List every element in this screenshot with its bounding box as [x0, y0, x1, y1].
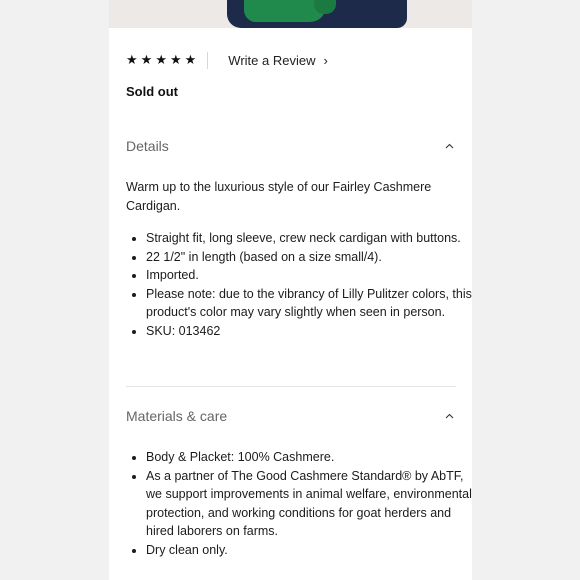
product-image-crop[interactable]: [109, 0, 472, 28]
chevron-up-svg: [445, 143, 454, 149]
product-info-panel: ★ ★ ★ ★ ★ Write a Review › Sold out Deta…: [109, 0, 472, 580]
details-list: Straight fit, long sleeve, crew neck car…: [126, 229, 472, 341]
write-review-label: Write a Review: [228, 52, 316, 68]
list-item: Imported.: [146, 266, 472, 285]
details-intro: Warm up to the luxurious style of our Fa…: [126, 180, 432, 213]
star-icon: ★: [155, 52, 167, 67]
chevron-up-svg: [445, 413, 454, 419]
write-review-link[interactable]: Write a Review ›: [228, 53, 328, 68]
list-item: Straight fit, long sleeve, crew neck car…: [146, 229, 472, 248]
availability-status: Sold out: [126, 84, 178, 99]
rating-row: ★ ★ ★ ★ ★ Write a Review ›: [126, 50, 328, 70]
star-icon: ★: [126, 52, 138, 67]
chevron-right-icon: ›: [323, 52, 328, 68]
star-icon: ★: [140, 52, 153, 67]
materials-list: Body & Placket: 100% Cashmere. As a part…: [126, 448, 472, 560]
rating-divider: [207, 51, 209, 69]
chevron-up-icon[interactable]: [445, 140, 454, 152]
list-item: SKU: 013462: [146, 322, 472, 341]
chevron-up-icon[interactable]: [445, 410, 454, 422]
details-accordion-header[interactable]: Details: [126, 138, 456, 154]
list-item: As a partner of The Good Cashmere Standa…: [146, 467, 472, 541]
star-rating[interactable]: ★ ★ ★ ★ ★: [126, 50, 196, 70]
list-item: Body & Placket: 100% Cashmere.: [146, 448, 472, 467]
list-item: Dry clean only.: [146, 541, 472, 560]
star-icon: ★: [169, 52, 182, 67]
star-icon: ★: [184, 52, 197, 67]
list-item: 22 1/2" in length (based on a size small…: [146, 248, 472, 267]
details-title: Details: [126, 138, 169, 154]
materials-accordion-header[interactable]: Materials & care: [126, 408, 456, 424]
section-divider: [126, 386, 456, 387]
materials-title: Materials & care: [126, 408, 228, 424]
list-item: Please note: due to the vibrancy of Lill…: [146, 285, 472, 322]
